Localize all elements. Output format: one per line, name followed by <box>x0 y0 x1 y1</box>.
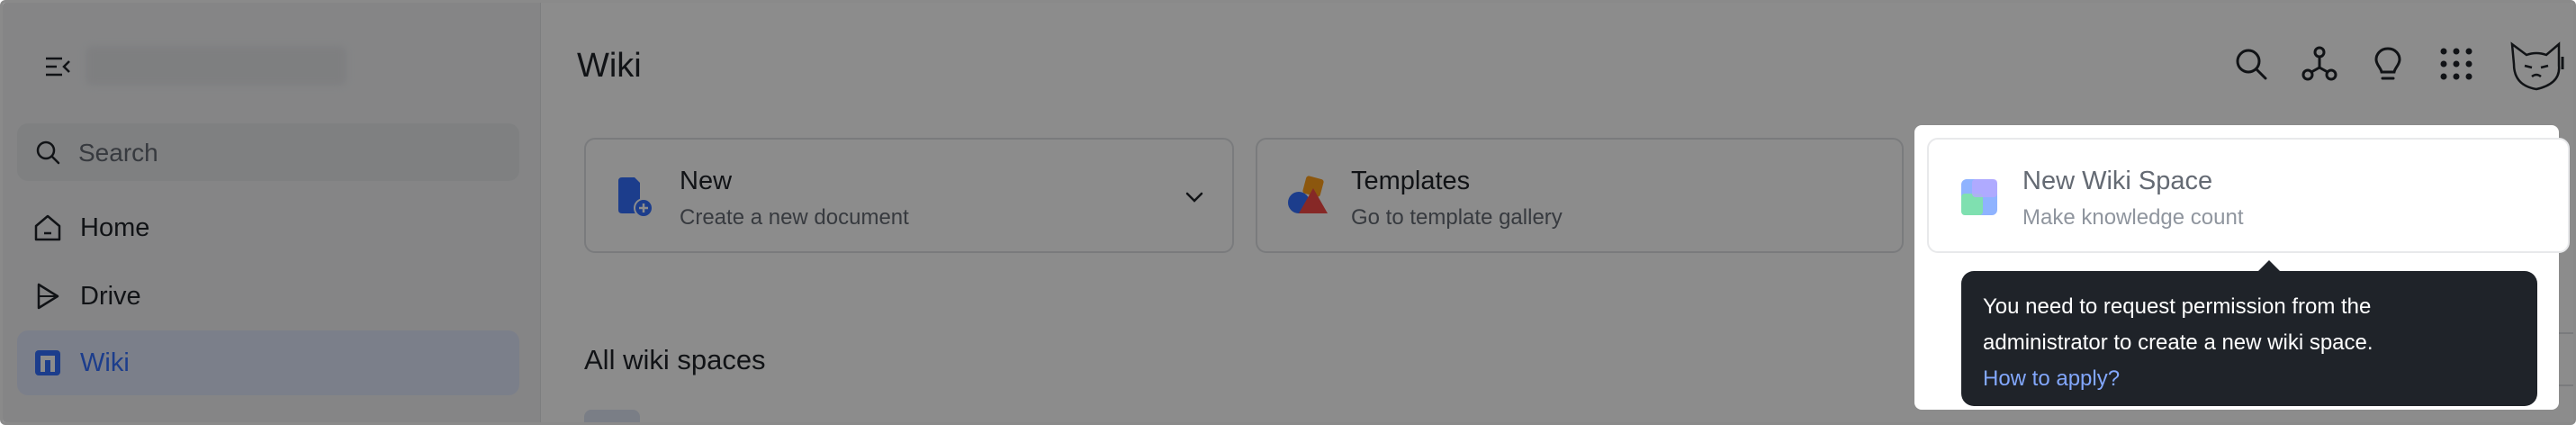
templates-card[interactable]: Templates Go to template gallery <box>1256 138 1904 253</box>
card-title: New Wiki Space <box>2022 167 2213 195</box>
wiki-space-icon <box>1958 176 2001 219</box>
card-subtitle: Create a new document <box>680 205 909 230</box>
new-wiki-space-card[interactable]: New Wiki Space Make knowledge count <box>1927 138 2570 253</box>
onboarding-spotlight: New Wiki Space Make knowledge count You … <box>1914 125 2570 410</box>
permission-tooltip: You need to request permission from the … <box>1961 260 2537 406</box>
card-title: New <box>680 167 733 195</box>
chevron-down-icon[interactable] <box>1182 185 1207 210</box>
workspace-name-blurred <box>86 46 347 86</box>
card-subtitle: Go to template gallery <box>1351 205 1563 230</box>
sidebar-item-home[interactable]: Home <box>17 195 519 260</box>
new-document-icon <box>615 176 658 219</box>
sidebar: Search Home Drive Wiki <box>3 3 541 422</box>
all-wiki-spaces-heading: All wiki spaces <box>584 344 766 375</box>
page-title: Wiki <box>577 47 642 85</box>
tooltip-text-line2: administrator to create a new wiki space… <box>1983 330 2373 355</box>
lightbulb-icon[interactable] <box>2368 44 2408 84</box>
search-icon <box>33 138 62 167</box>
home-icon <box>32 212 64 244</box>
apps-grid-icon[interactable] <box>2436 44 2476 84</box>
how-to-apply-link[interactable]: How to apply? <box>1983 361 2516 397</box>
sidebar-item-drive[interactable]: Drive <box>17 264 519 329</box>
card-title: Templates <box>1351 167 1471 195</box>
templates-icon <box>1286 176 1329 219</box>
search-placeholder: Search <box>78 139 158 167</box>
sidebar-item-label: Home <box>80 213 150 242</box>
connections-icon[interactable] <box>2300 44 2339 84</box>
search-icon[interactable] <box>2231 44 2271 84</box>
search-input[interactable]: Search <box>17 123 519 181</box>
collapse-sidebar-icon[interactable] <box>42 51 73 82</box>
wiki-icon <box>32 347 64 379</box>
tooltip-text-line1: You need to request permission from the <box>1983 294 2372 319</box>
card-subtitle: Make knowledge count <box>2022 205 2244 230</box>
sidebar-item-wiki[interactable]: Wiki <box>17 330 519 395</box>
drive-icon <box>32 280 64 312</box>
tooltip-arrow <box>2256 260 2282 273</box>
new-document-card[interactable]: New Create a new document <box>584 138 1234 253</box>
app-window: Search Home Drive Wiki Wiki New Create a… <box>0 0 2576 425</box>
sidebar-item-label: Wiki <box>80 348 130 377</box>
wiki-space-thumbnail[interactable] <box>584 410 640 422</box>
sidebar-item-label: Drive <box>80 282 141 311</box>
avatar[interactable] <box>2507 37 2566 96</box>
